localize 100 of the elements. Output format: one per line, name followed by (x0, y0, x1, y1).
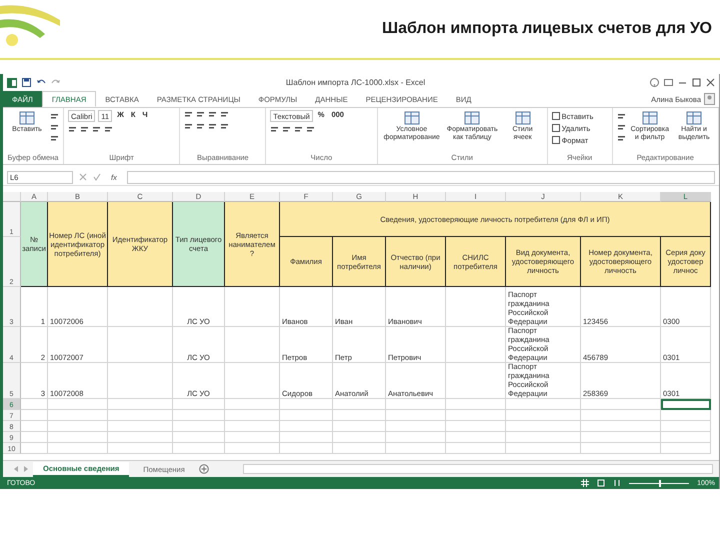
empty-cell[interactable] (506, 443, 581, 454)
table-icon[interactable] (463, 110, 482, 126)
empty-cell[interactable] (333, 399, 386, 410)
empty-cell[interactable] (333, 421, 386, 432)
select-all-corner[interactable] (3, 192, 21, 202)
empty-cell[interactable] (108, 363, 173, 399)
format-icon[interactable] (92, 125, 101, 134)
format-icon[interactable] (616, 112, 626, 121)
help-icon[interactable] (650, 78, 659, 87)
table-icon[interactable] (685, 110, 704, 126)
empty-cell[interactable] (386, 421, 446, 432)
empty-cell[interactable] (108, 410, 173, 421)
format-icon[interactable] (294, 125, 304, 134)
spreadsheet-icon[interactable] (7, 78, 17, 88)
empty-cell[interactable] (173, 443, 225, 454)
empty-cell[interactable] (108, 443, 173, 454)
format-icon[interactable] (282, 125, 292, 134)
empty-cell[interactable] (280, 399, 333, 410)
empty-cell[interactable] (225, 287, 280, 327)
empty-cell[interactable] (581, 432, 661, 443)
empty-cell[interactable] (225, 327, 280, 363)
ribbon-options-icon[interactable] (664, 78, 673, 87)
empty-cell[interactable] (661, 443, 711, 454)
zoom-thumb[interactable] (659, 480, 662, 486)
empty-cell[interactable] (225, 421, 280, 432)
empty-cell[interactable] (280, 432, 333, 443)
empty-cell[interactable] (506, 432, 581, 443)
empty-cell[interactable] (333, 432, 386, 443)
empty-cell[interactable] (173, 421, 225, 432)
previous-sheet-icon[interactable] (13, 465, 19, 473)
empty-cell[interactable] (506, 421, 581, 432)
empty-cell[interactable] (661, 410, 711, 421)
empty-cell[interactable] (48, 443, 108, 454)
format-icon[interactable] (306, 125, 316, 134)
maximize-icon[interactable] (692, 78, 701, 87)
empty-cell[interactable] (48, 432, 108, 443)
normal-view-icon[interactable] (581, 479, 590, 487)
empty-cell[interactable] (661, 432, 711, 443)
format-icon[interactable] (68, 125, 77, 134)
next-sheet-icon[interactable] (23, 465, 29, 473)
empty-cell[interactable] (48, 421, 108, 432)
empty-cell[interactable] (581, 443, 661, 454)
selected-cell[interactable] (661, 399, 711, 410)
empty-cell[interactable] (446, 287, 506, 327)
format-icon[interactable] (50, 123, 59, 132)
empty-cell[interactable] (225, 443, 280, 454)
horizontal-scrollbar[interactable] (242, 464, 713, 474)
empty-cell[interactable] (386, 443, 446, 454)
format-icon[interactable] (220, 110, 230, 119)
empty-cell[interactable] (446, 432, 506, 443)
format-icon[interactable] (184, 122, 194, 131)
empty-cell[interactable] (48, 410, 108, 421)
empty-cell[interactable] (108, 327, 173, 363)
empty-cell[interactable] (280, 443, 333, 454)
empty-cell[interactable] (446, 421, 506, 432)
empty-cell[interactable] (173, 432, 225, 443)
empty-cell[interactable] (280, 410, 333, 421)
format-icon[interactable] (80, 125, 89, 134)
empty-cell[interactable] (108, 399, 173, 410)
empty-cell[interactable] (48, 399, 108, 410)
format-icon[interactable] (104, 125, 113, 134)
format-icon[interactable] (50, 134, 59, 143)
format-icon[interactable] (208, 122, 218, 131)
empty-cell[interactable] (386, 432, 446, 443)
empty-cell[interactable] (333, 410, 386, 421)
format-icon[interactable] (208, 110, 218, 119)
empty-cell[interactable] (386, 410, 446, 421)
format-icon[interactable] (616, 134, 626, 143)
empty-cell[interactable] (446, 443, 506, 454)
format-icon[interactable] (184, 110, 194, 119)
formula-field[interactable] (126, 170, 715, 184)
empty-cell[interactable] (446, 399, 506, 410)
empty-cell[interactable] (661, 421, 711, 432)
empty-cell[interactable] (225, 410, 280, 421)
empty-cell[interactable] (446, 363, 506, 399)
empty-cell[interactable] (280, 421, 333, 432)
empty-cell[interactable] (225, 363, 280, 399)
cancel-icon[interactable] (79, 173, 87, 181)
empty-cell[interactable] (225, 399, 280, 410)
format-icon[interactable] (196, 122, 206, 131)
empty-cell[interactable] (108, 287, 173, 327)
format-icon[interactable] (50, 112, 59, 121)
enter-icon[interactable] (93, 173, 101, 181)
empty-cell[interactable] (225, 432, 280, 443)
format-icon[interactable] (616, 123, 626, 132)
empty-cell[interactable] (506, 399, 581, 410)
empty-cell[interactable] (173, 410, 225, 421)
empty-cell[interactable] (581, 410, 661, 421)
avatar-icon[interactable] (704, 93, 715, 105)
table-icon[interactable] (18, 110, 36, 126)
empty-cell[interactable] (446, 327, 506, 363)
empty-cell[interactable] (581, 421, 661, 432)
empty-cell[interactable] (581, 399, 661, 410)
format-icon[interactable] (196, 110, 206, 119)
add-sheet-icon[interactable] (198, 464, 209, 474)
empty-cell[interactable] (506, 410, 581, 421)
save-icon[interactable] (22, 78, 31, 87)
table-icon[interactable] (402, 110, 421, 126)
page-layout-icon[interactable] (597, 479, 606, 487)
empty-cell[interactable] (108, 421, 173, 432)
